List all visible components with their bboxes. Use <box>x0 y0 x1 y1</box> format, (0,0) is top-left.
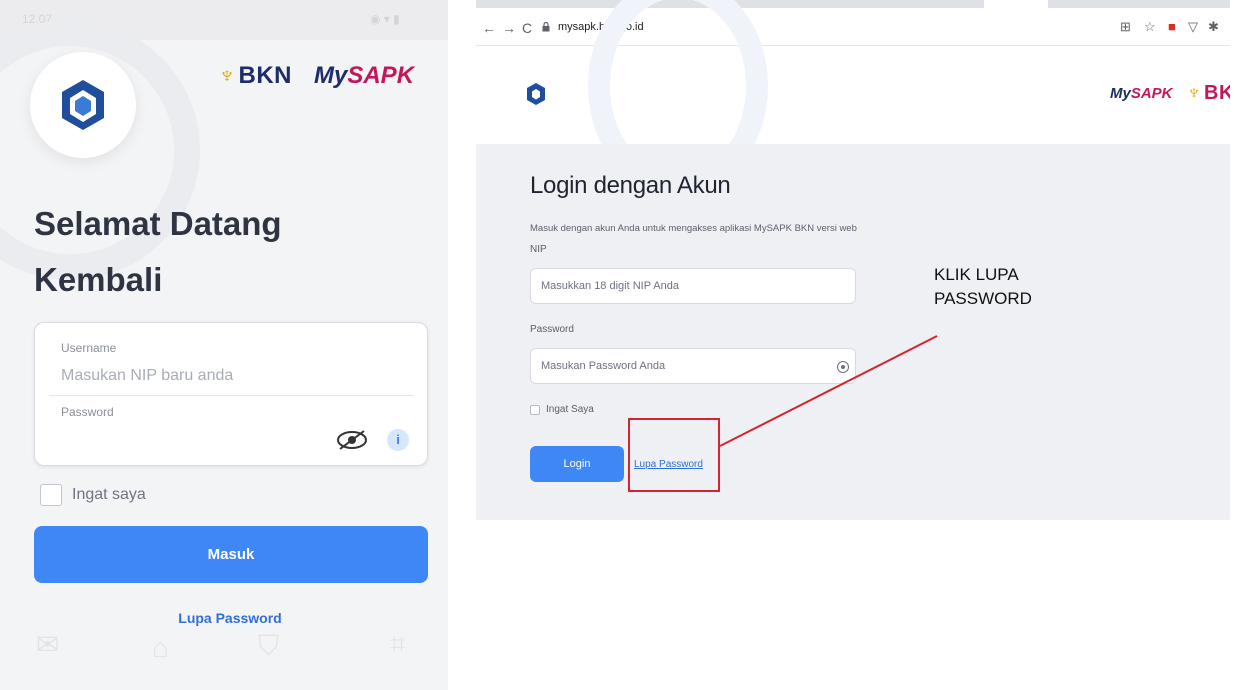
browser-toolbar: ← → C mysapk.bkn.go.id ⊞ ☆ ■ ▽ ✱ <box>476 8 1230 46</box>
bg-mail-icon: ✉ <box>36 629 60 660</box>
login-form-card: Username Masukan NIP baru anda Password … <box>34 322 428 466</box>
login-description: Masuk dengan akun Anda untuk mengakses a… <box>530 223 857 234</box>
bg-cap-icon: ⌂ <box>152 632 169 663</box>
eye-icon[interactable] <box>837 361 849 373</box>
app-logo-icon <box>62 80 104 130</box>
mysapk-logo-sapk: SAPK <box>347 62 415 89</box>
status-icons: ◉ ▾ ▮ <box>370 12 400 26</box>
tab-inactive[interactable] <box>1048 0 1230 8</box>
remember-label: Ingat Saya <box>546 404 594 415</box>
pdf-icon[interactable]: ■ <box>1168 19 1176 34</box>
app-logo <box>30 52 136 158</box>
app-logo-icon[interactable] <box>526 82 546 106</box>
login-button[interactable]: Login <box>530 446 624 482</box>
garuda-icon: ♆ <box>218 62 237 89</box>
forgot-password-link[interactable]: Lupa Password <box>0 610 448 626</box>
nip-input[interactable]: Masukkan 18 digit NIP Anda <box>530 268 856 304</box>
lock-icon <box>542 22 550 32</box>
password-input[interactable]: Masukan Password Anda <box>530 348 856 384</box>
eye-off-icon[interactable] <box>335 429 369 451</box>
site-brand-logos: MySAPK ♆BKN <box>1110 82 1230 105</box>
remember-checkbox[interactable] <box>530 404 540 415</box>
username-input[interactable]: Masukan NIP baru anda <box>61 367 233 385</box>
form-divider <box>49 395 413 396</box>
site-header: MySAPK ♆BKN <box>476 0 1230 196</box>
bkn-logo-text: BKN <box>238 62 292 89</box>
garuda-icon: ♆ <box>1186 82 1203 104</box>
bg-shield-icon: ⛉ <box>258 630 280 661</box>
welcome-line-2: Kembali <box>34 261 163 298</box>
welcome-line-1: Selamat Datang <box>34 205 282 242</box>
reload-icon[interactable]: C <box>522 20 532 36</box>
annotation-text: KLIK LUPA PASSWORD <box>934 265 1032 308</box>
bkn-logo-text: BKN <box>1204 82 1230 104</box>
remember-me[interactable]: Ingat Saya <box>530 404 594 415</box>
highlight-box <box>628 418 720 492</box>
page-title: Login dengan Akun <box>530 172 731 199</box>
mobile-login-screen: 12.07 ◉ ▾ ▮ ♆BKN MySAPK Selamat Datang K… <box>0 0 448 690</box>
shield-icon[interactable]: ▽ <box>1188 19 1198 35</box>
tab-strip <box>476 0 1230 8</box>
back-icon[interactable]: ← <box>482 20 496 36</box>
bkn-logo: ♆BKN <box>1187 82 1230 105</box>
remember-me[interactable]: Ingat saya <box>40 484 146 506</box>
login-section: Login dengan Akun Masuk dengan akun Anda… <box>476 144 1230 520</box>
brand-logos: ♆BKN MySAPK <box>218 62 414 90</box>
nip-label: NIP <box>530 244 547 255</box>
login-button[interactable]: Masuk <box>34 526 428 583</box>
password-label: Password <box>530 324 574 335</box>
remember-checkbox[interactable] <box>40 484 62 506</box>
mysapk-logo-my: My <box>314 62 348 89</box>
nip-placeholder: Masukkan 18 digit NIP Anda <box>541 280 679 292</box>
browser-window: ← → C mysapk.bkn.go.id ⊞ ☆ ■ ▽ ✱ MySAPK … <box>476 0 1230 520</box>
remember-label: Ingat saya <box>72 486 146 503</box>
password-placeholder: Masukan Password Anda <box>541 360 666 372</box>
mysapk-logo: MySAPK <box>1110 85 1173 102</box>
star-icon[interactable]: ☆ <box>1144 19 1156 35</box>
info-icon[interactable]: i <box>387 429 409 451</box>
screenshot-stage: 12.07 ◉ ▾ ▮ ♆BKN MySAPK Selamat Datang K… <box>0 0 1234 690</box>
bg-scan-icon: ⌗ <box>390 628 406 659</box>
welcome-heading: Selamat Datang Kembali <box>34 196 334 308</box>
mysapk-logo-my: My <box>1110 85 1131 102</box>
password-label: Password <box>61 405 114 419</box>
mysapk-logo: MySAPK <box>314 62 414 90</box>
mysapk-logo-sapk: SAPK <box>1130 85 1173 102</box>
puzzle-icon[interactable]: ✱ <box>1208 19 1219 35</box>
forward-icon[interactable]: → <box>502 20 516 36</box>
translate-icon[interactable]: ⊞ <box>1120 19 1131 35</box>
password-input[interactable] <box>61 423 321 453</box>
username-label: Username <box>61 341 117 355</box>
bkn-logo: ♆BKN <box>218 62 292 90</box>
